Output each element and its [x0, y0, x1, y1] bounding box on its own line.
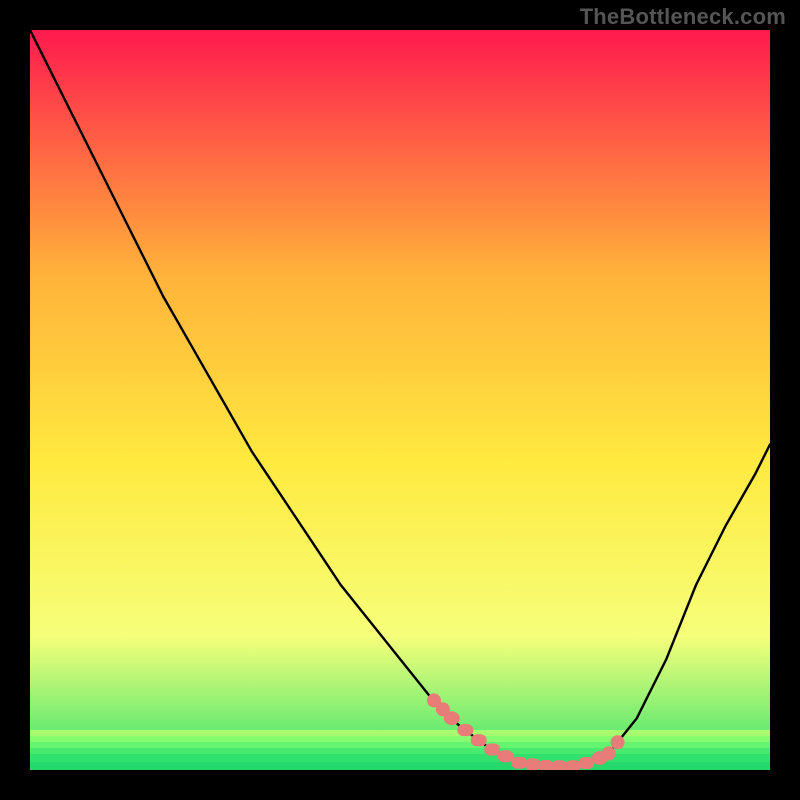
bottom-bands [30, 730, 770, 770]
plot-area [30, 30, 770, 770]
chart-svg [30, 30, 770, 770]
chart-frame: TheBottleneck.com [0, 0, 800, 800]
watermark-text: TheBottleneck.com [580, 4, 786, 30]
